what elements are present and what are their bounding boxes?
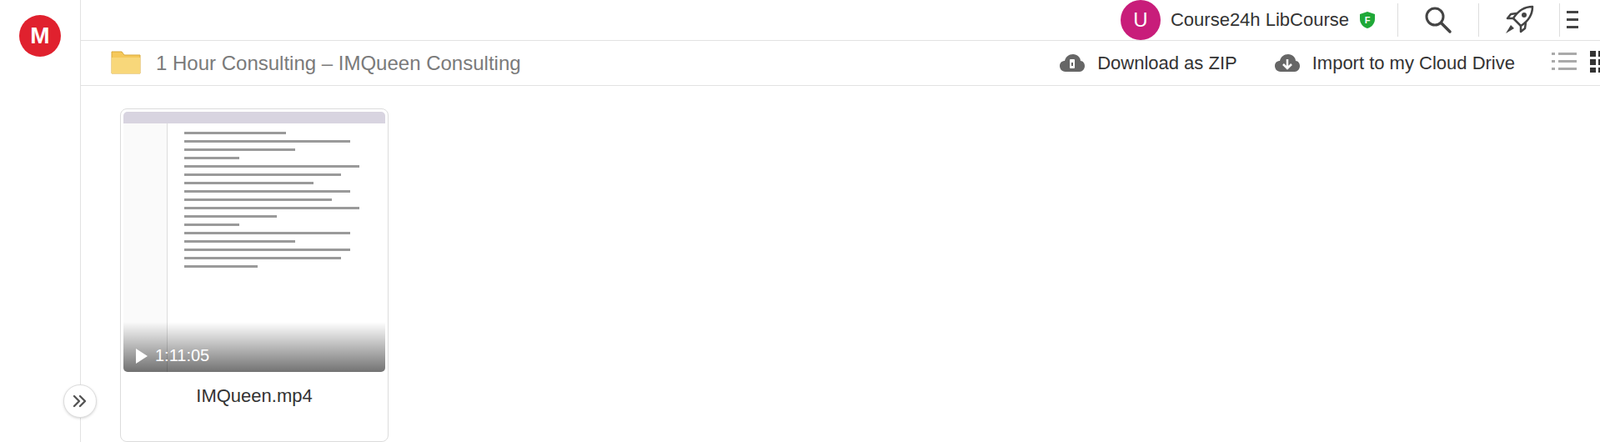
play-icon <box>135 347 149 365</box>
folder-bar: 1 Hour Consulting – IMQueen ConsultingDo… <box>80 40 1600 86</box>
search-icon <box>1423 5 1454 36</box>
separator <box>1397 3 1399 37</box>
download-zip-button[interactable]: Download as ZIP <box>1058 51 1238 76</box>
menu-button[interactable] <box>1559 7 1600 33</box>
pro-badge: F <box>1359 10 1376 30</box>
separator <box>1559 3 1560 37</box>
menu-icon <box>1566 7 1579 33</box>
folder-title: 1 Hour Consulting – IMQueen Consulting <box>155 51 1059 76</box>
file-grid: 1:11:05 IMQueen.mp4 <box>80 85 1600 442</box>
list-view-icon <box>1551 50 1577 73</box>
user-menu[interactable]: U Course24h LibCourse F <box>1120 0 1398 41</box>
list-view-button[interactable] <box>1551 50 1577 76</box>
cloud-import-icon <box>1273 51 1301 76</box>
zip-download-icon <box>1058 51 1086 76</box>
separator <box>1478 3 1480 37</box>
rocket-icon <box>1502 3 1536 37</box>
mega-logo[interactable]: M <box>19 15 61 57</box>
video-duration: 1:11:05 <box>135 346 210 366</box>
grid-view-button[interactable] <box>1589 50 1600 76</box>
search-button[interactable] <box>1398 5 1479 36</box>
video-thumbnail[interactable]: 1:11:05 <box>123 111 386 372</box>
import-button[interactable]: Import to my Cloud Drive <box>1273 51 1515 76</box>
user-name[interactable]: Course24h LibCourse <box>1170 9 1350 31</box>
folder-icon <box>110 49 141 78</box>
main-panel: U Course24h LibCourse F 1 Hour Consulting –… <box>80 0 1600 442</box>
file-card[interactable]: 1:11:05 IMQueen.mp4 <box>120 108 389 442</box>
top-bar: U Course24h LibCourse F <box>80 0 1600 41</box>
rocket-button[interactable] <box>1479 3 1560 37</box>
expand-sidebar-button[interactable] <box>63 384 97 418</box>
double-chevron-icon <box>71 394 89 408</box>
user-avatar[interactable]: U <box>1120 0 1161 41</box>
file-name: IMQueen.mp4 <box>123 371 386 407</box>
grid-view-icon <box>1589 50 1600 73</box>
sidebar: M <box>0 0 81 442</box>
view-switch <box>1551 50 1600 76</box>
